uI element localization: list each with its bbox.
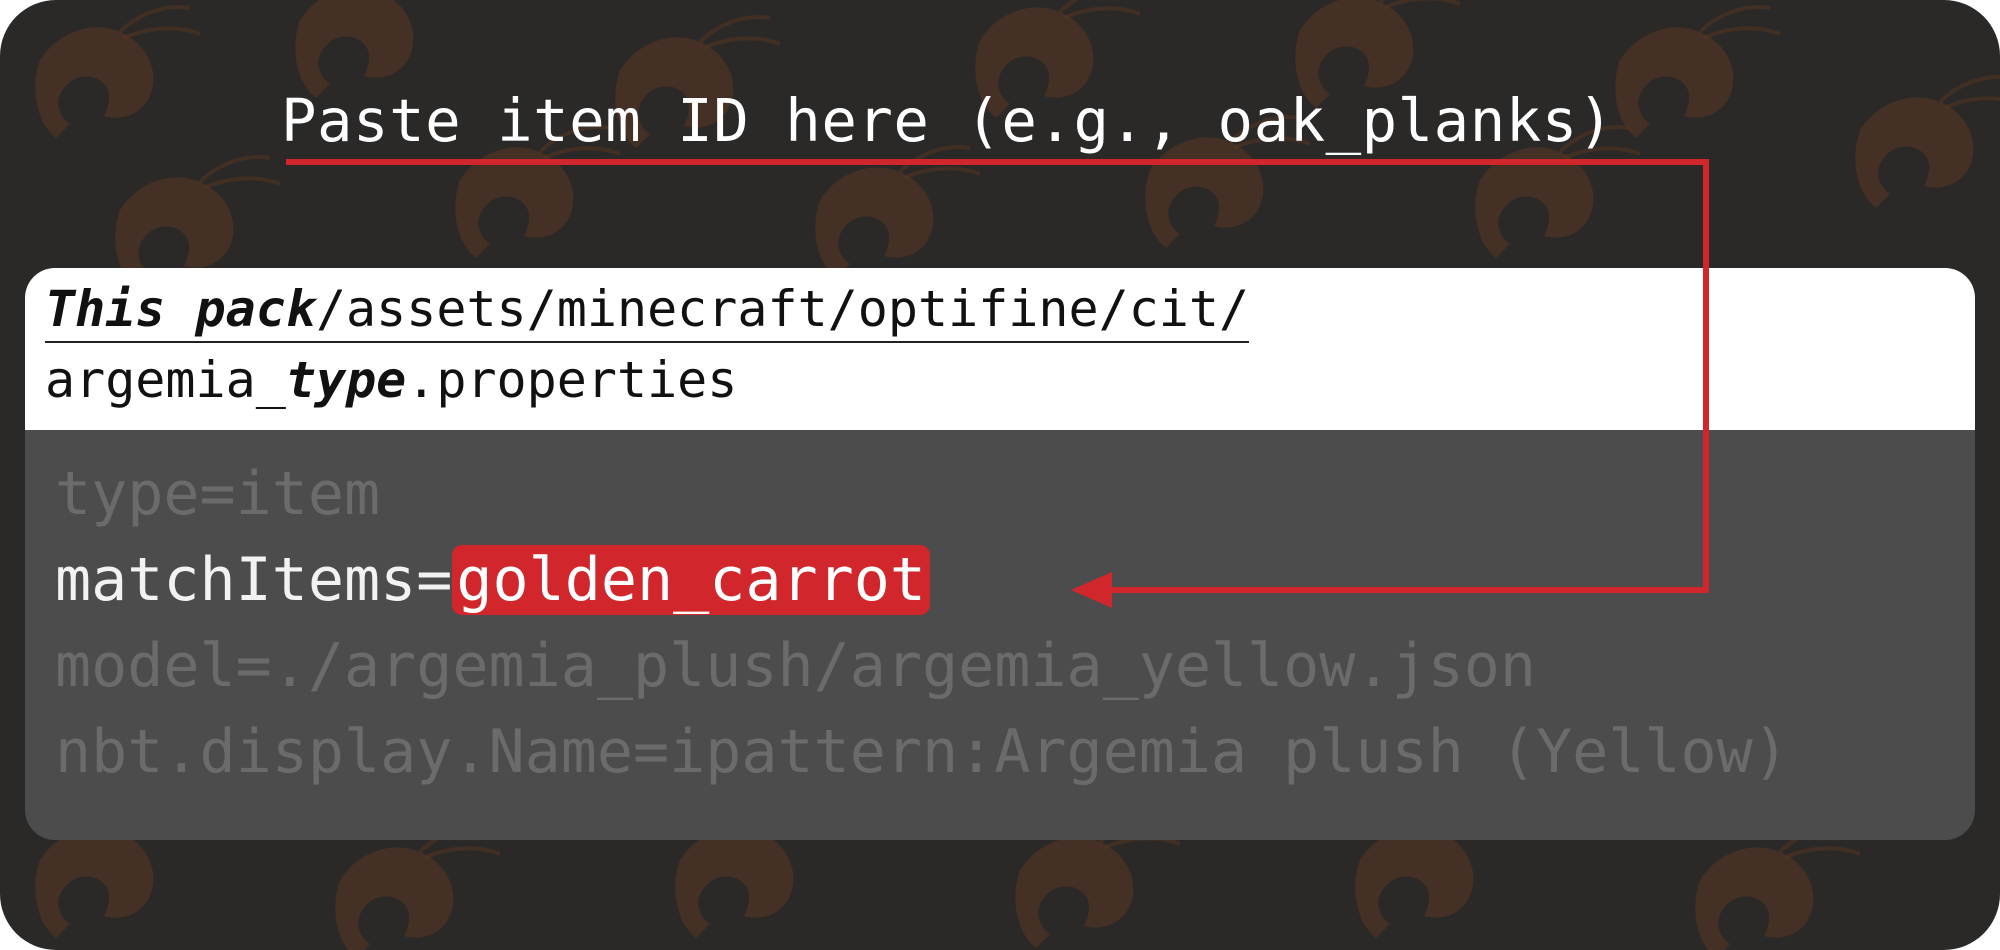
properties-file-card: This pack/assets/minecraft/optifine/cit/… [25, 268, 1975, 840]
code-line-nbt-name: nbt.display.Name=ipattern:Argemia plush … [55, 717, 1789, 787]
file-directory-path: This pack/assets/minecraft/optifine/cit/ [45, 279, 1250, 343]
file-name-variable: type [285, 351, 407, 409]
path-root: This pack [45, 280, 316, 338]
file-path-header: This pack/assets/minecraft/optifine/cit/… [25, 268, 1975, 430]
code-line-model: model=./argemia_plush/argemia_yellow.jso… [55, 631, 1537, 701]
file-name-prefix: argemia_ [45, 351, 286, 409]
tutorial-frame: Paste item ID here (e.g., oak_planks) Th… [0, 0, 2000, 950]
code-line-match-items: matchItems=golden_carrot [55, 540, 930, 620]
path-directories: /assets/minecraft/optifine/cit/ [315, 280, 1250, 338]
match-items-value-highlight: golden_carrot [452, 545, 930, 615]
file-name: argemia_type.properties [45, 350, 737, 410]
code-line-type: type=item [55, 459, 381, 529]
callout-instruction: Paste item ID here (e.g., oak_planks) [281, 86, 1614, 155]
file-name-extension: .properties [406, 351, 738, 409]
match-items-key: matchItems= [55, 545, 453, 615]
